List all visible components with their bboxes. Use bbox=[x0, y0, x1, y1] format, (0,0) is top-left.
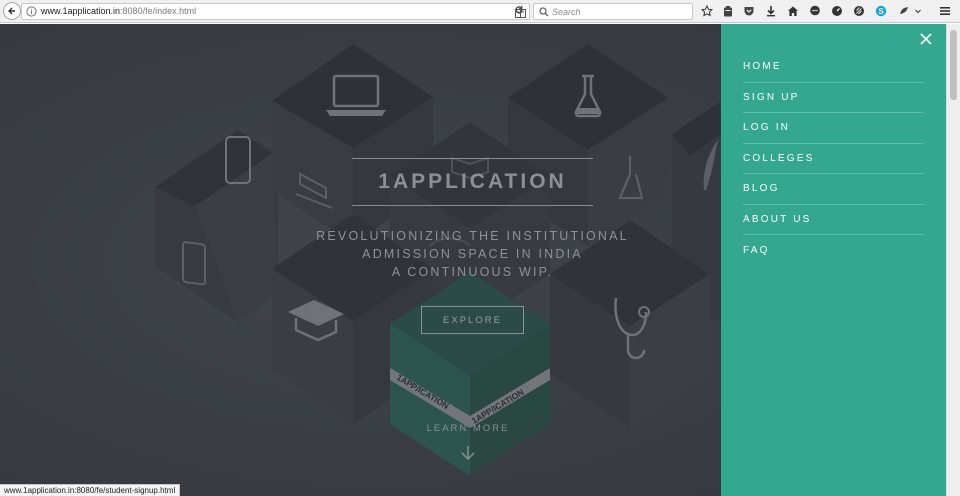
close-icon[interactable] bbox=[919, 32, 933, 46]
clipboard-icon[interactable] bbox=[721, 4, 735, 18]
menu-item-label: LOG IN bbox=[743, 122, 791, 134]
menu-list: HOME SIGN UP LOG IN COLLEGES BLOG ABOUT … bbox=[743, 52, 924, 266]
speedometer-icon[interactable] bbox=[830, 4, 844, 18]
learn-more-link[interactable]: LEARN MORE bbox=[418, 423, 518, 434]
menu-item-sign-up[interactable]: SIGN UP bbox=[743, 83, 924, 113]
page-scrollbar[interactable] bbox=[946, 24, 960, 496]
menu-item-label: ABOUT US bbox=[743, 213, 812, 225]
download-icon[interactable] bbox=[764, 4, 778, 18]
menu-icon[interactable] bbox=[938, 4, 952, 18]
extension-two-icon[interactable] bbox=[897, 4, 911, 18]
chat-icon[interactable] bbox=[808, 4, 822, 18]
menu-item-home[interactable]: HOME bbox=[743, 52, 924, 83]
title-rule-bottom bbox=[352, 205, 593, 206]
address-bar[interactable]: www.1application.in:8080/fe/index.html bbox=[21, 3, 530, 20]
skype-icon[interactable]: S bbox=[874, 4, 888, 18]
menu-item-blog[interactable]: BLOG bbox=[743, 174, 924, 205]
home-icon[interactable] bbox=[786, 4, 800, 18]
side-menu: HOME SIGN UP LOG IN COLLEGES BLOG ABOUT … bbox=[721, 24, 946, 496]
menu-item-about-us[interactable]: ABOUT US bbox=[743, 205, 924, 235]
info-icon[interactable] bbox=[26, 6, 37, 17]
tagline-line: ADMISSION SPACE IN INDIA bbox=[362, 247, 583, 261]
url-host: www.1application.in bbox=[41, 6, 121, 16]
hero-section: 1APPLICATION REVOLUTIONIZING THE INSTITU… bbox=[0, 24, 721, 496]
explore-label: EXPLORE bbox=[443, 314, 502, 326]
url-text: www.1application.in:8080/fe/index.html bbox=[41, 6, 196, 16]
pocket-icon[interactable] bbox=[742, 4, 756, 18]
reload-icon[interactable] bbox=[514, 5, 524, 15]
menu-item-label: FAQ bbox=[743, 244, 770, 256]
site-title: 1APPLICATION bbox=[378, 170, 567, 193]
tagline-line: A CONTINUOUS WIP. bbox=[391, 265, 554, 279]
menu-item-colleges[interactable]: COLLEGES bbox=[743, 144, 924, 174]
explore-button[interactable]: EXPLORE bbox=[421, 306, 524, 334]
page-viewport: 1APP/ICATION 1APP/ICATION 1APPLICATION R… bbox=[0, 24, 946, 496]
browser-toolbar: www.1application.in:8080/fe/index.html S… bbox=[0, 0, 960, 23]
search-bar[interactable]: Search bbox=[533, 3, 693, 20]
menu-item-label: BLOG bbox=[743, 183, 780, 195]
tagline-line: REVOLUTIONIZING THE INSTITUTIONAL bbox=[316, 229, 629, 243]
overflow-icon[interactable] bbox=[913, 4, 923, 18]
menu-item-log-in[interactable]: LOG IN bbox=[743, 113, 924, 144]
extension-icon[interactable] bbox=[852, 4, 866, 18]
title-rule-top bbox=[352, 158, 593, 159]
bookmark-star-icon[interactable] bbox=[700, 4, 714, 18]
scrollbar-thumb[interactable] bbox=[950, 30, 957, 100]
svg-text:S: S bbox=[878, 7, 884, 16]
back-button[interactable] bbox=[3, 2, 21, 20]
menu-item-label: HOME bbox=[743, 61, 782, 73]
arrow-left-icon bbox=[8, 7, 15, 15]
status-bar-link-preview: www.1application.in:8080/fe/student-sign… bbox=[0, 484, 181, 496]
arrow-down-icon[interactable] bbox=[459, 444, 477, 462]
search-placeholder: Search bbox=[552, 7, 581, 17]
url-path: :8080/fe/index.html bbox=[120, 6, 197, 16]
menu-item-label: COLLEGES bbox=[743, 152, 815, 164]
search-icon bbox=[539, 7, 549, 17]
menu-item-faq[interactable]: FAQ bbox=[743, 235, 924, 266]
menu-item-label: SIGN UP bbox=[743, 91, 800, 103]
